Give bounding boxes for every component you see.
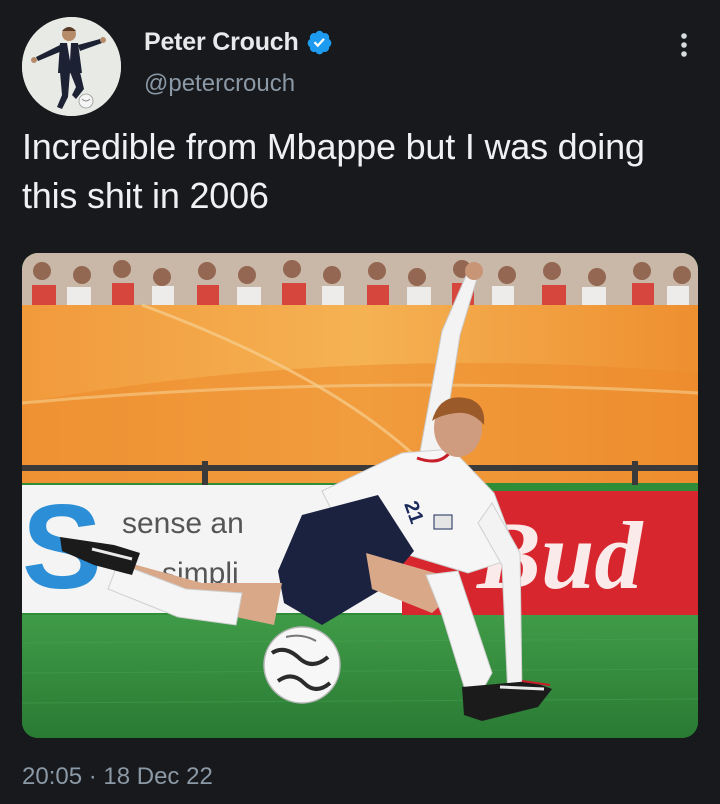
ad-text-1: sense an xyxy=(122,507,244,540)
author-display-name[interactable]: Peter Crouch xyxy=(144,28,299,57)
author-handle[interactable]: @petercrouch xyxy=(144,70,295,98)
more-dots-icon xyxy=(681,33,687,57)
avatar-image xyxy=(22,17,121,116)
tweet-photo[interactable]: S sense an simpli Bud 21 xyxy=(22,253,698,738)
avatar[interactable] xyxy=(22,17,121,116)
football-photo: S sense an simpli Bud 21 xyxy=(22,253,698,738)
tweet-timestamp[interactable]: 20:05 · 18 Dec 22 xyxy=(22,763,213,791)
tweet-text: Incredible from Mbappe but I was doing t… xyxy=(22,126,645,216)
more-options-button[interactable] xyxy=(664,28,704,62)
pitch xyxy=(22,615,698,738)
football xyxy=(263,626,341,704)
tweet: Peter Crouch @petercrouch Incredible fro… xyxy=(0,0,720,804)
author-name-row[interactable]: Peter Crouch xyxy=(144,28,333,57)
verified-badge-icon xyxy=(306,29,333,56)
